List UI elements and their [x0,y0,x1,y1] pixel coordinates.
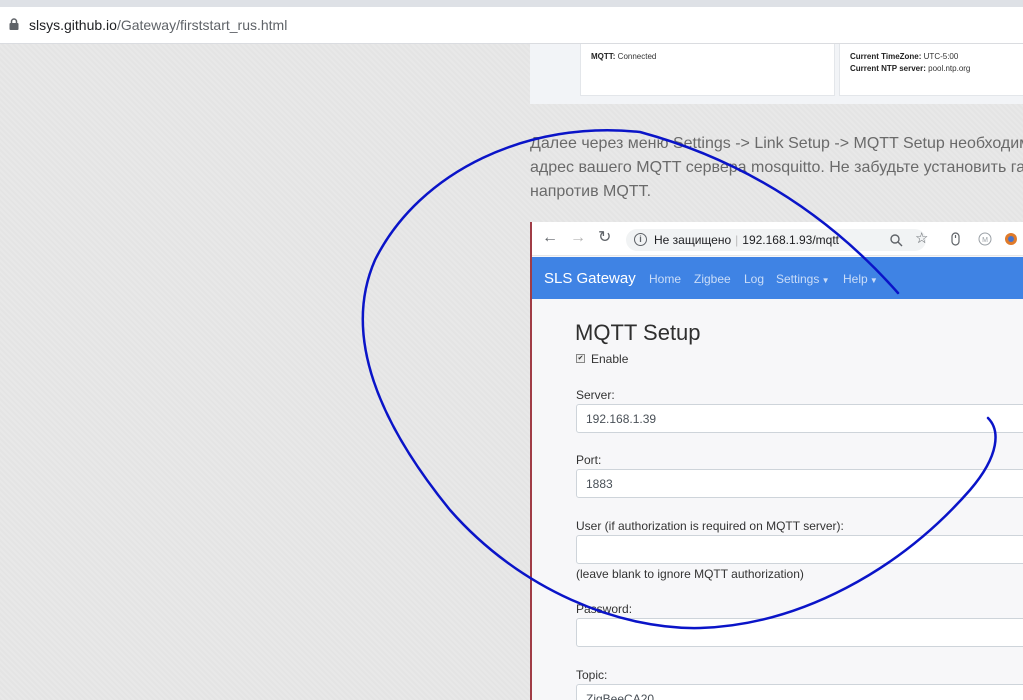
user-input [576,535,1023,564]
article-line-1: Далее через меню Settings -> Link Setup … [530,135,1023,152]
port-label: Port: [576,453,602,467]
star-icon: ☆ [915,230,929,247]
extension-colored-icon [1005,233,1017,245]
enable-checkbox: ✔ [576,354,585,363]
topic-input [576,684,1023,700]
embedded-toolbar: ← → ↻ i Не защищено | 192.168.1.93/mqtt ☆ … [532,222,1023,256]
nav-settings: Settings ▼ [776,272,830,286]
article-paragraph: Далее через меню Settings -> Link Setup … [530,132,1023,204]
nav-home: Home [649,272,682,286]
arrow-right-icon: → [570,229,586,246]
extension-icon [951,232,960,246]
nav-settings-label: Settings [776,272,820,286]
url-host: slsys.github.io [29,17,117,33]
password-input [576,618,1023,647]
article-line-2: адрес вашего MQTT сервера mosquitto. Не … [530,159,1023,176]
mqtt-status-label: MQTT: [591,52,616,61]
timezone-label: Current TimeZone: [850,52,922,61]
enable-label: Enable [591,352,629,366]
password-label: Password: [576,602,633,616]
address-bar[interactable]: slsys.github.io/Gateway/firststart_rus.h… [0,7,1023,44]
zoom-icon [890,234,903,247]
lock-icon [9,18,19,30]
form-title: MQTT Setup [575,320,701,345]
status-card-time: Current TimeZone: UTC-5:00 Current NTP s… [839,44,1023,96]
embedded-omnibox: i Не защищено | 192.168.1.93/mqtt [626,229,926,251]
info-icon: i [634,233,647,246]
mqtt-status-value: Connected [617,52,657,61]
navbar-brand: SLS Gateway [544,270,636,287]
ntp-value: pool.ntp.org [928,64,971,73]
user-label: User (if authorization is required on MQ… [576,519,844,533]
article-line-3: напротив MQTT. [530,183,652,200]
svg-text:M: M [982,237,988,244]
user-hint: (leave blank to ignore MQTT authorizatio… [576,567,804,581]
embedded-navbar: SLS Gateway Home Zigbee Log Settings ▼ H… [532,257,1023,299]
security-text: Не защищено [654,233,732,247]
tab-strip [0,0,1023,7]
embedded-screenshot: ← → ↻ i Не защищено | 192.168.1.93/mqtt ☆ … [530,222,1023,700]
ntp-label: Current NTP server: [850,64,926,73]
server-label: Server: [576,388,615,402]
caret-down-icon: ▼ [819,276,830,285]
arrow-left-icon: ← [542,229,558,246]
url-path: /Gateway/firststart_rus.html [116,17,288,33]
embedded-url: 192.168.1.93/mqtt [742,233,840,247]
caret-down-icon: ▼ [867,276,878,285]
topic-label: Topic: [576,668,608,682]
port-input [576,469,1023,498]
nav-help-label: Help [843,272,868,286]
status-card-mqtt: MQTT: Connected [580,44,835,96]
nav-log: Log [744,272,765,286]
extension-m-icon: M [978,232,992,246]
address-url[interactable]: slsys.github.io/Gateway/firststart_rus.h… [29,17,287,33]
server-input [576,404,1023,433]
nav-zigbee: Zigbee [694,272,731,286]
reload-icon: ↻ [598,229,612,246]
timezone-value: UTC-5:00 [923,52,959,61]
nav-help: Help ▼ [843,272,878,286]
